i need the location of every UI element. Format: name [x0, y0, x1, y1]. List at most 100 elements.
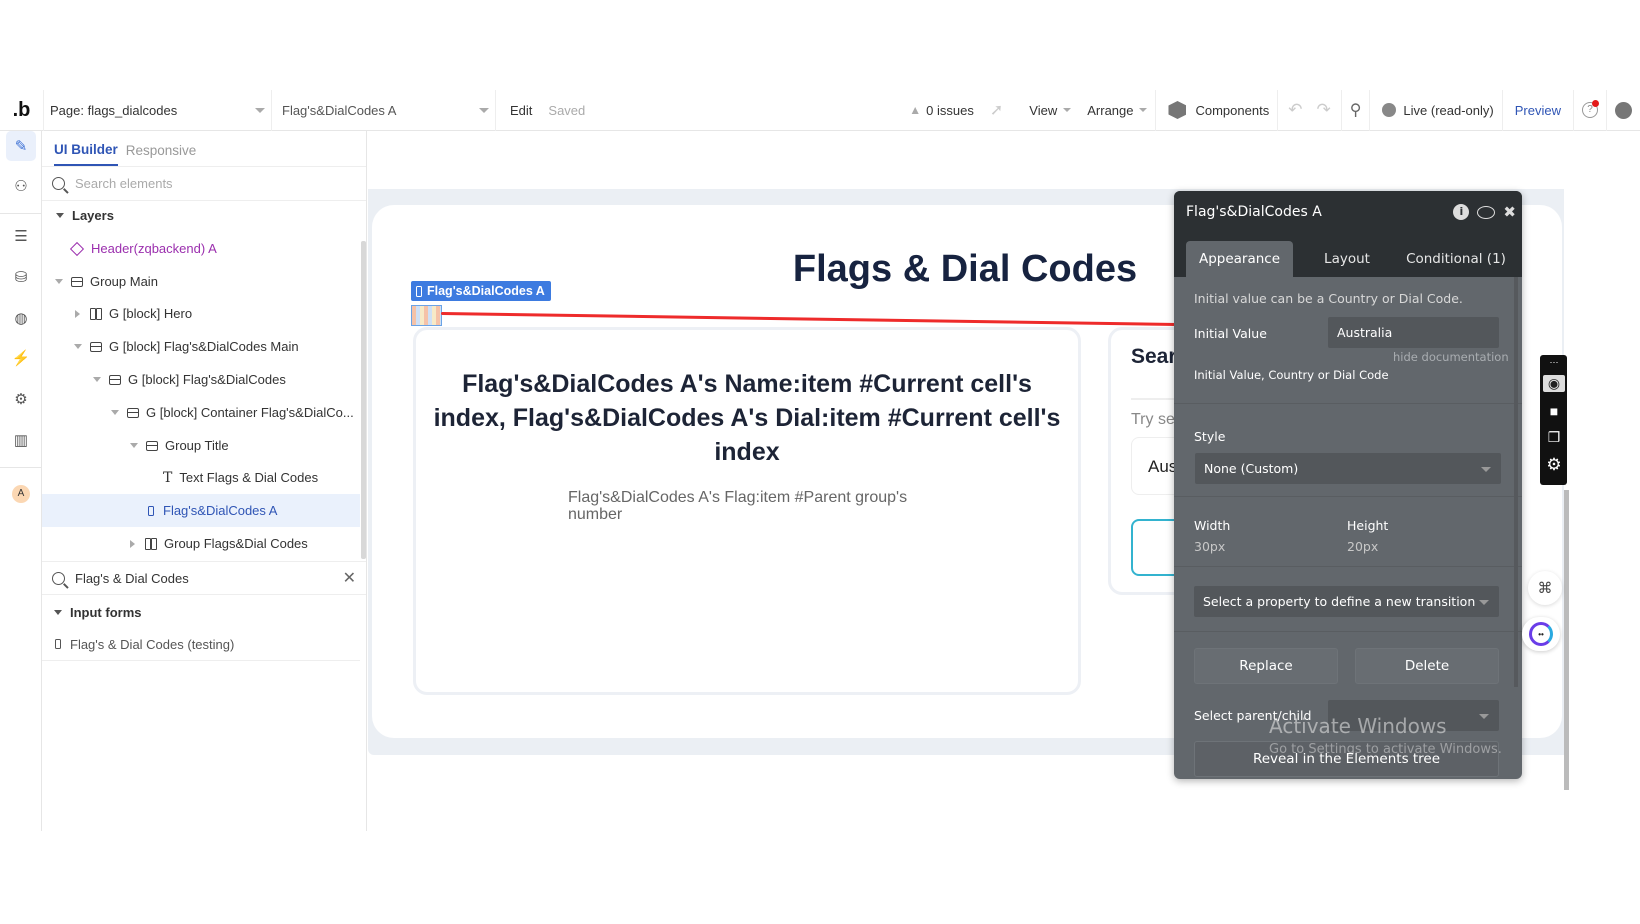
tab-ui-builder[interactable]: UI Builder — [54, 142, 118, 166]
style-value: None (Custom) — [1204, 461, 1299, 476]
search-elements-input[interactable]: Search elements — [75, 176, 173, 191]
input-form-label: Flag's & Dial Codes (testing) — [70, 636, 235, 652]
expand-icon[interactable] — [55, 279, 63, 284]
tree-item[interactable]: G [block] Flag's&DialCodes — [42, 363, 360, 396]
user-icon[interactable] — [1606, 89, 1640, 131]
canvas-scrollbar[interactable] — [1564, 490, 1569, 790]
card-title[interactable]: Flag's&DialCodes A's Name:item #Current … — [430, 367, 1064, 469]
filter-field[interactable]: Flag's & Dial Codes ✕ — [42, 561, 366, 595]
input-forms-heading[interactable]: Input forms — [42, 596, 360, 629]
expand-icon[interactable] — [93, 377, 101, 382]
settings-gear-icon[interactable]: ⚙ — [1543, 455, 1565, 475]
flag-dialcodes-element[interactable] — [411, 305, 442, 326]
property-editor-header[interactable]: Flag's&DialCodes A i ✖ — [1174, 191, 1522, 233]
video-camera-icon[interactable]: ■ — [1543, 403, 1565, 419]
collapse-icon[interactable] — [75, 309, 80, 318]
chevron-down-icon — [1479, 713, 1489, 719]
expand-icon[interactable] — [74, 344, 82, 349]
filter-input[interactable]: Flag's & Dial Codes — [75, 571, 189, 586]
tree-item-label: Group Main — [90, 274, 158, 289]
tab-responsive[interactable]: Responsive — [126, 143, 197, 166]
initial-value-input[interactable]: Australia — [1328, 317, 1499, 348]
assistant-icon[interactable]: •• — [1522, 617, 1560, 651]
input-form-item[interactable]: Flag's & Dial Codes (testing) — [42, 628, 360, 661]
cube-icon — [1168, 101, 1187, 119]
search-elements-field[interactable]: Search elements — [42, 167, 366, 201]
tree-item[interactable]: G [block] Hero — [42, 297, 360, 330]
tree-item-label: Header(zqbackend) A — [91, 241, 217, 256]
avatar[interactable]: A — [6, 479, 36, 509]
expand-icon — [54, 610, 62, 615]
layers-scrollbar[interactable] — [361, 241, 366, 559]
workflow-icon[interactable]: ⚇ — [6, 171, 36, 201]
view-menu[interactable]: View — [1011, 90, 1079, 131]
expand-icon[interactable] — [130, 443, 138, 448]
style-dropdown[interactable]: None (Custom) — [1195, 453, 1501, 484]
edit-button[interactable]: Edit — [496, 90, 540, 131]
tab-layout[interactable]: Layout — [1293, 241, 1401, 277]
globe-icon — [1382, 103, 1397, 117]
tree-item-label: G [block] Hero — [109, 306, 193, 321]
tree-item[interactable]: G [block] Flag's&DialCodes Main — [42, 330, 360, 363]
collapse-icon[interactable] — [130, 539, 135, 548]
selected-element-label[interactable]: Flag's&DialCodes A — [411, 281, 551, 301]
replace-button[interactable]: Replace — [1194, 648, 1338, 684]
page-select[interactable]: Page: flags_dialcodes — [44, 89, 272, 131]
more-icon[interactable]: ⋯ — [1543, 357, 1565, 368]
transition-dropdown[interactable]: Select a property to define a new transi… — [1194, 586, 1499, 617]
activate-windows-subtext: Go to Settings to activate Windows. — [1269, 742, 1502, 757]
window-capture-icon[interactable]: ❐ — [1543, 429, 1565, 446]
command-icon[interactable]: ⌘ — [1528, 571, 1562, 605]
height-value[interactable]: 20px — [1347, 539, 1378, 554]
close-icon[interactable]: ✖ — [1503, 203, 1516, 221]
hide-documentation-link[interactable]: hide documentation — [1393, 350, 1509, 364]
help-icon[interactable]: ? — [1573, 89, 1606, 131]
delete-button[interactable]: Delete — [1355, 648, 1499, 684]
search-card-hint: Try se — [1131, 411, 1175, 428]
database-icon[interactable]: ⛁ — [6, 262, 36, 292]
camera-icon[interactable]: ◉ — [1543, 375, 1565, 392]
comment-icon[interactable] — [1477, 205, 1496, 219]
clear-filter-icon[interactable]: ✕ — [343, 568, 356, 588]
tree-item[interactable]: Group Title — [42, 429, 360, 462]
layers-heading[interactable]: Layers — [42, 199, 360, 232]
search-card-title: Sear — [1131, 345, 1177, 368]
search-icon — [52, 571, 65, 585]
live-version-button[interactable]: Live (read-only) — [1369, 89, 1501, 131]
tree-item-selected[interactable]: Flag's&DialCodes A — [42, 494, 360, 527]
element-select[interactable]: Flag's&DialCodes A — [272, 89, 496, 131]
settings-gear-icon[interactable]: ⚙ — [6, 384, 36, 414]
layers-heading-label: Layers — [72, 208, 114, 223]
info-icon[interactable]: i — [1453, 204, 1470, 220]
tab-appearance[interactable]: Appearance — [1186, 241, 1293, 277]
components-button[interactable]: Components — [1155, 89, 1277, 131]
property-editor-scrollbar[interactable] — [1514, 277, 1518, 687]
plugins-icon[interactable]: ⚡ — [6, 343, 36, 373]
undo-icon[interactable]: ↶ — [1288, 100, 1302, 120]
tree-item[interactable]: Header(zqbackend) A — [42, 232, 360, 265]
arrange-menu[interactable]: Arrange — [1079, 90, 1155, 131]
data-icon[interactable]: ☰ — [6, 221, 36, 251]
search-icon[interactable]: ⚲ — [1340, 89, 1370, 131]
initial-value-label: Initial Value — [1194, 326, 1267, 341]
edit-label: Edit — [510, 102, 533, 118]
tree-item-label: Group Flags&Dial Codes — [164, 536, 308, 551]
preview-button[interactable]: Preview — [1501, 89, 1573, 131]
tree-item[interactable]: G [block] Container Flag's&DialCo... — [42, 396, 360, 429]
styles-palette-icon[interactable]: ◍ — [6, 303, 36, 333]
tab-conditional[interactable]: Conditional (1) — [1401, 241, 1511, 277]
card-subtitle[interactable]: Flag's&DialCodes A's Flag:item #Parent g… — [568, 489, 938, 523]
tree-item[interactable]: T Text Flags & Dial Codes — [42, 461, 360, 494]
inspect-cursor-icon[interactable]: ➚ — [982, 90, 1011, 131]
logs-chart-icon[interactable]: ▥ — [6, 425, 36, 455]
redo-icon[interactable]: ↷ — [1316, 100, 1330, 120]
design-pencil-icon[interactable]: ✎ — [6, 131, 36, 161]
page-title[interactable]: Flags & Dial Codes — [770, 248, 1160, 291]
tree-item[interactable]: Group Main — [42, 265, 360, 298]
width-value[interactable]: 30px — [1194, 539, 1225, 554]
expand-icon[interactable] — [111, 410, 119, 415]
transition-placeholder: Select a property to define a new transi… — [1203, 594, 1476, 609]
tree-item[interactable]: Group Flags&Dial Codes — [42, 527, 360, 560]
issues-button[interactable]: ▲ 0 issues — [901, 90, 982, 131]
bubble-logo[interactable]: .b — [0, 89, 44, 131]
